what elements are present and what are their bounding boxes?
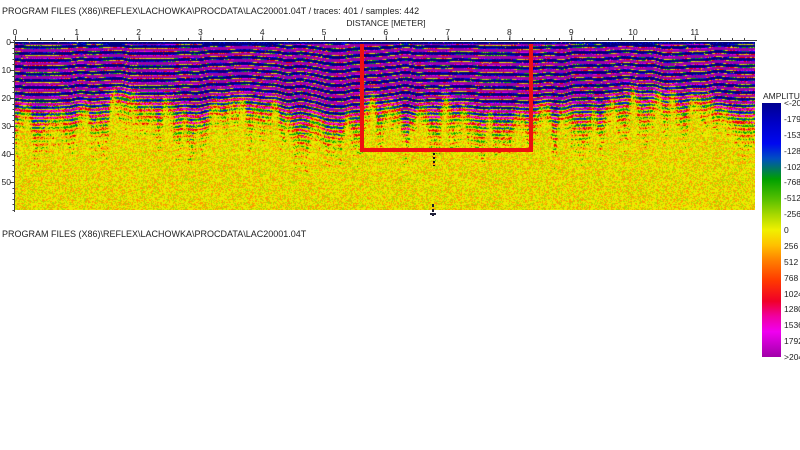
x-axis-tick-label: 1 (74, 27, 80, 37)
colorbar-tick-label: -256 (784, 209, 800, 220)
y-axis-tick-label: 0 (6, 37, 11, 47)
y-axis-tick-label: 20 (1, 93, 11, 103)
x-axis-tick-label: 9 (568, 27, 574, 37)
colorbar-tick-label: -153 (784, 129, 800, 140)
colorbar-tick-label: 0 (784, 225, 789, 235)
colorbar-tick-label: 768 (784, 272, 799, 283)
y-axis-tick-label: 40 (1, 149, 11, 159)
x-axis-tick-label: 7 (445, 27, 450, 37)
colorbar-tick-label: -512 (784, 193, 800, 204)
colorbar-tick-label: -768 (784, 177, 800, 188)
page: { "colors": { "background": "#ffffff", "… (0, 0, 800, 450)
highlight-box (360, 44, 533, 152)
x-axis-tick-label: 5 (321, 27, 327, 37)
x-axis-tick-label: 10 (628, 27, 638, 37)
y-axis-tick-label: 50 (1, 177, 11, 187)
colorbar-tick-label: 1792 (784, 336, 800, 347)
x-axis-tick-label: 8 (507, 27, 512, 37)
colorbar-tick-label: <-20 (784, 98, 800, 108)
colorbar-tick-label: 1024 (784, 288, 800, 299)
x-axis-tick-label: 4 (259, 27, 265, 37)
y-axis-tick-label: 10 (1, 65, 11, 75)
colorbar-tick-label: -102 (784, 161, 800, 172)
x-axis-tick-label: 6 (383, 27, 389, 37)
y-axis-tick-label: 30 (1, 121, 11, 131)
colorbar-tick-label: -128 (784, 145, 800, 156)
colorbar-tick-label: 1536 (784, 320, 800, 331)
x-axis-tick-label: 11 (690, 27, 700, 37)
colorbar-tick-label: -179 (784, 113, 800, 124)
marker-dash-lower (430, 213, 436, 215)
file-path-bottom: PROGRAM FILES (X86)\REFLEX\LACHOWKA\PROC… (2, 229, 307, 239)
x-axis-tick-label: 2 (136, 27, 141, 37)
x-axis-tick-label: 3 (198, 27, 203, 37)
marker-dots-upper (433, 153, 435, 166)
colorbar-tick-label: 1280 (784, 304, 800, 315)
colorbar-tick-label: 512 (784, 256, 799, 267)
file-path-top: PROGRAM FILES (X86)\REFLEX\LACHOWKA\PROC… (2, 6, 420, 16)
colorbar-tick-label: >204 (784, 352, 800, 362)
x-axis-tick-label: 0 (12, 27, 18, 37)
amplitude-colorbar (762, 103, 781, 357)
colorbar-tick-label: 256 (784, 240, 799, 251)
